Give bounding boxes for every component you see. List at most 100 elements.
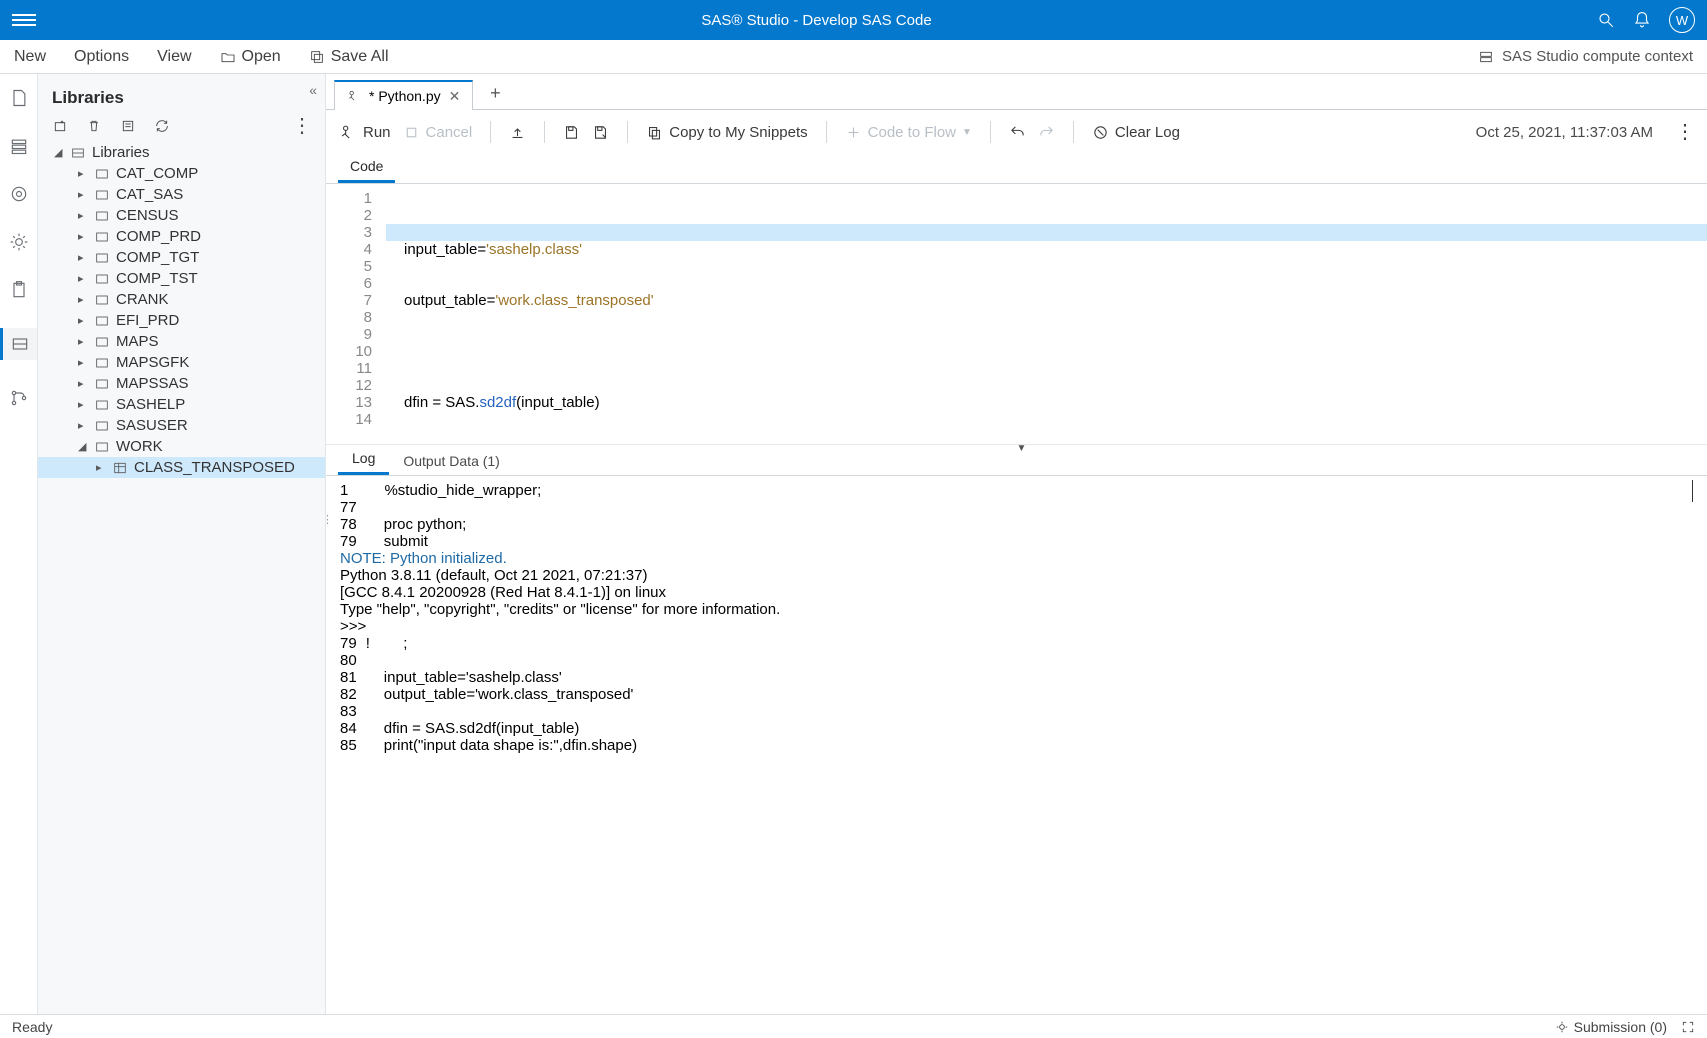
save-icon[interactable]	[563, 124, 580, 141]
log-line-no: 1	[340, 482, 348, 499]
tree-label: CRANK	[116, 291, 169, 308]
refresh-icon[interactable]	[154, 118, 170, 134]
expand-icon[interactable]	[1681, 1020, 1695, 1034]
tree-root-libraries[interactable]: ◢ Libraries	[38, 142, 325, 163]
tree-item-sasuser[interactable]: ▸SASUSER	[38, 415, 325, 436]
code-editor[interactable]: 1234567 891011121314 input_table='sashel…	[326, 184, 1707, 444]
separator	[490, 121, 491, 143]
steps-icon[interactable]	[9, 136, 29, 156]
log-text: ! ;	[366, 635, 408, 652]
compute-context-label[interactable]: SAS Studio compute context	[1502, 48, 1693, 65]
tree-item-mapsgfk[interactable]: ▸MAPSGFK	[38, 352, 325, 373]
timestamp-label: Oct 25, 2021, 11:37:03 AM	[1476, 124, 1653, 141]
library-icon	[94, 187, 110, 203]
tree-item-class-transposed[interactable]: ▸CLASS_TRANSPOSED	[38, 457, 325, 478]
tree-item-cat-comp[interactable]: ▸CAT_COMP	[38, 163, 325, 184]
file-tab-label: * Python.py	[369, 88, 441, 104]
log-line-no: 83	[340, 703, 357, 720]
action-toolbar: Run Cancel Copy to My Snippets Code to F…	[326, 110, 1707, 154]
copy-to-snippets-button[interactable]: Copy to My Snippets	[646, 124, 807, 141]
log-text: >>>	[340, 618, 366, 635]
tree-item-comp-tst[interactable]: ▸COMP_TST	[38, 268, 325, 289]
menu-new[interactable]: New	[14, 48, 46, 66]
search-icon[interactable]	[1597, 11, 1615, 29]
subtab-code[interactable]: Code	[338, 152, 395, 183]
drawer-icon	[10, 334, 30, 354]
submission-status[interactable]: Submission (0)	[1555, 1019, 1667, 1035]
tree-item-efi-prd[interactable]: ▸EFI_PRD	[38, 310, 325, 331]
tree-item-maps[interactable]: ▸MAPS	[38, 331, 325, 352]
library-icon	[94, 376, 110, 392]
editor-subtabs: Code	[326, 154, 1707, 184]
menu-options[interactable]: Options	[74, 48, 129, 66]
log-line-no: 81	[340, 669, 357, 686]
tree-item-work[interactable]: ◢WORK	[38, 436, 325, 457]
code-text: (input_table)	[516, 394, 599, 411]
menu-open[interactable]: Open	[220, 48, 281, 66]
redo-icon[interactable]	[1038, 124, 1055, 141]
tab-output-data[interactable]: Output Data (1)	[389, 447, 514, 475]
log-cursor	[1692, 480, 1693, 502]
log-output[interactable]: 1 %studio_hide_wrapper; 77 78 proc pytho…	[326, 476, 1707, 1014]
cancel-label: Cancel	[426, 124, 473, 141]
code-text: 'work.class_transposed'	[495, 292, 653, 309]
menu-bar: New Options View Open Save All SAS Studi…	[0, 40, 1707, 74]
tree-label: CLASS_TRANSPOSED	[134, 459, 295, 476]
tree-item-comp-tgt[interactable]: ▸COMP_TGT	[38, 247, 325, 268]
menu-open-label: Open	[242, 48, 281, 66]
library-icon	[94, 166, 110, 182]
tree-label: CENSUS	[116, 207, 179, 224]
tree-item-comp-prd[interactable]: ▸COMP_PRD	[38, 226, 325, 247]
chevron-down-icon: ▼	[962, 127, 972, 138]
properties-icon[interactable]	[120, 118, 136, 134]
tree-item-crank[interactable]: ▸CRANK	[38, 289, 325, 310]
libraries-mini-toolbar: ⋮	[38, 116, 325, 142]
git-icon[interactable]	[9, 388, 29, 408]
code-lines[interactable]: input_table='sashelp.class' output_table…	[386, 184, 1707, 444]
tree-item-cat-sas[interactable]: ▸CAT_SAS	[38, 184, 325, 205]
tree-label: CAT_COMP	[116, 165, 198, 182]
close-tab-icon[interactable]: ✕	[449, 88, 461, 105]
run-button[interactable]: Run	[340, 124, 391, 141]
log-text: output_table='work.class_transposed'	[384, 686, 634, 703]
library-icon	[94, 250, 110, 266]
library-icon	[94, 334, 110, 350]
tree-label: MAPSGFK	[116, 354, 189, 371]
upload-icon[interactable]	[509, 124, 526, 141]
file-icon[interactable]	[9, 88, 29, 108]
collapse-panel-icon[interactable]: «	[309, 82, 317, 98]
status-ready: Ready	[12, 1019, 52, 1035]
save-as-icon[interactable]	[592, 124, 609, 141]
file-tab-python[interactable]: * Python.py ✕	[334, 80, 473, 110]
clipboard-icon[interactable]	[9, 280, 29, 300]
new-library-icon[interactable]	[52, 118, 68, 134]
drawer-icon	[70, 145, 86, 161]
tree-label: COMP_TST	[116, 270, 198, 287]
gear-icon[interactable]	[9, 232, 29, 252]
tab-log[interactable]: Log	[338, 444, 389, 475]
target-icon[interactable]	[9, 184, 29, 204]
separator	[544, 121, 545, 143]
delete-icon[interactable]	[86, 118, 102, 134]
library-icon	[94, 418, 110, 434]
new-tab-button[interactable]: +	[483, 81, 507, 105]
code-to-flow-label: Code to Flow	[868, 124, 956, 141]
more-options-icon[interactable]: ⋮	[292, 120, 311, 132]
collapse-output-icon[interactable]: ▼	[1017, 443, 1027, 454]
tree-item-sashelp[interactable]: ▸SASHELP	[38, 394, 325, 415]
tree-item-mapssas[interactable]: ▸MAPSSAS	[38, 373, 325, 394]
more-actions-icon[interactable]: ⋮	[1675, 126, 1693, 138]
menu-view[interactable]: View	[157, 48, 191, 66]
tree-item-census[interactable]: ▸CENSUS	[38, 205, 325, 226]
log-text: [GCC 8.4.1 20200928 (Red Hat 8.4.1-1)] o…	[340, 584, 666, 601]
separator	[990, 121, 991, 143]
bell-icon[interactable]	[1633, 11, 1651, 29]
user-avatar[interactable]: W	[1669, 7, 1695, 33]
rail-libraries-active[interactable]	[0, 328, 37, 360]
log-text: submit	[384, 533, 428, 550]
undo-icon[interactable]	[1009, 124, 1026, 141]
hamburger-icon[interactable]	[12, 14, 36, 26]
menu-save-all[interactable]: Save All	[309, 48, 389, 66]
copy-icon	[646, 124, 663, 141]
clear-log-button[interactable]: Clear Log	[1092, 124, 1180, 141]
